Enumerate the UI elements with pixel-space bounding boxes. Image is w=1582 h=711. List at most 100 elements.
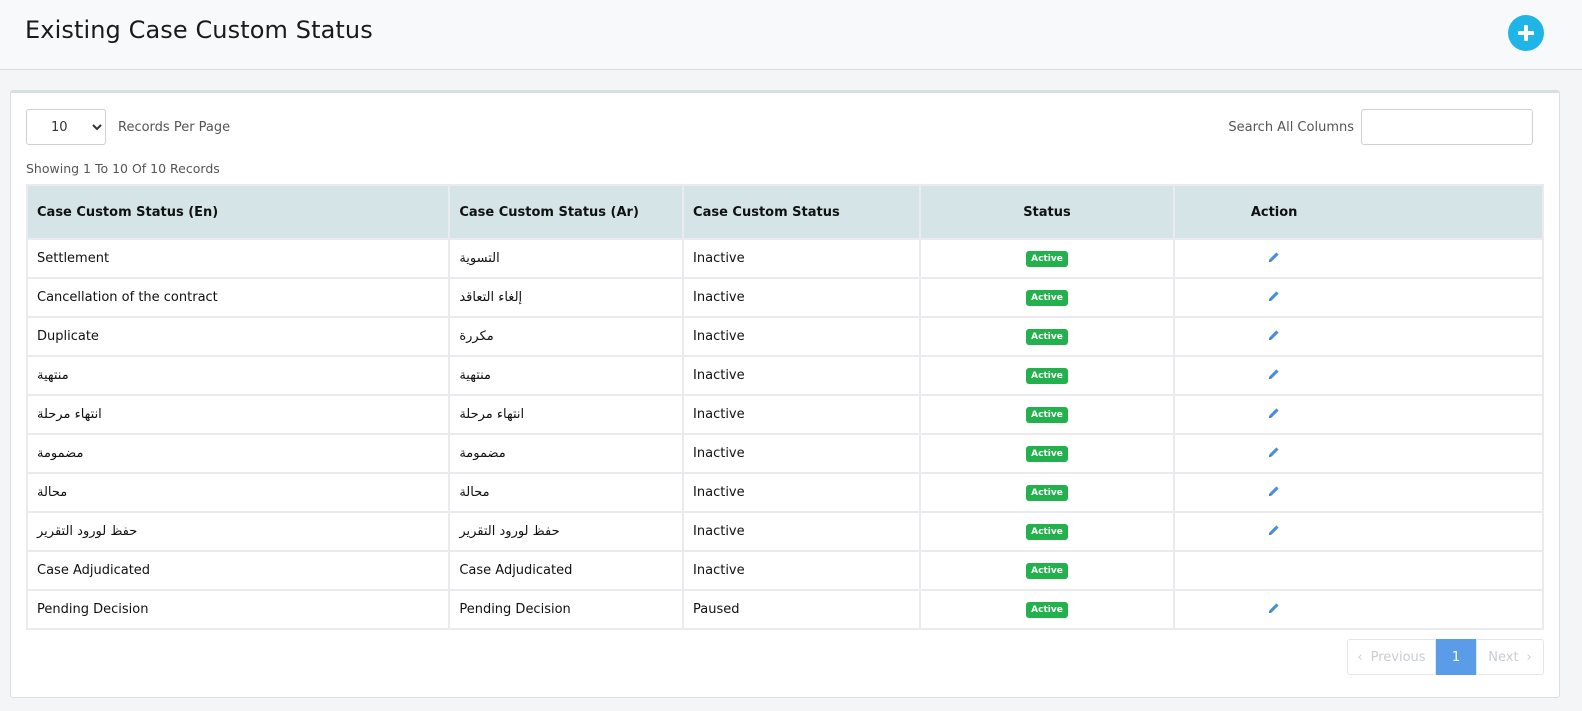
cell-status: Active — [918, 433, 1176, 474]
column-header-action: Action — [1173, 184, 1544, 240]
status-badge: Active — [1026, 602, 1068, 618]
status-list-card: 10 Records Per Page Search All Columns S… — [10, 90, 1560, 698]
cell-custom-status: Inactive — [682, 433, 921, 474]
cell-status-en: انتهاء مرحلة — [25, 394, 451, 435]
table-row: منتهية منتهية Inactive Active — [25, 355, 1544, 396]
cell-status: Active — [918, 550, 1176, 591]
page-header: Existing Case Custom Status — [0, 0, 1582, 70]
pencil-icon[interactable] — [1268, 407, 1280, 423]
cell-status: Active — [918, 472, 1176, 513]
table-row: انتهاء مرحلة انتهاء مرحلة Inactive Active — [25, 394, 1544, 435]
cell-custom-status: Paused — [682, 589, 921, 630]
cell-custom-status: Inactive — [682, 355, 921, 396]
cell-status-en: Case Adjudicated — [25, 550, 451, 591]
column-header-ar[interactable]: Case Custom Status (Ar) — [448, 184, 685, 240]
cell-status-en: مضمومة — [25, 433, 451, 474]
column-header-custom-status[interactable]: Case Custom Status — [682, 184, 921, 240]
cell-status-en: Duplicate — [25, 316, 451, 357]
cell-action — [1173, 238, 1544, 279]
cell-status-en: منتهية — [25, 355, 451, 396]
cell-status-ar: إلغاء التعاقد — [448, 277, 685, 318]
pencil-icon[interactable] — [1268, 329, 1280, 345]
cell-status-ar: Case Adjudicated — [448, 550, 685, 591]
status-badge: Active — [1026, 407, 1068, 423]
cell-status: Active — [918, 277, 1176, 318]
cell-custom-status: Inactive — [682, 472, 921, 513]
cell-status-en: Pending Decision — [25, 589, 451, 630]
status-badge: Active — [1026, 524, 1068, 540]
cell-status-ar: Pending Decision — [448, 589, 685, 630]
pencil-icon[interactable] — [1268, 290, 1280, 306]
cell-custom-status: Inactive — [682, 316, 921, 357]
cell-status-ar: مكررة — [448, 316, 685, 357]
add-status-button[interactable] — [1508, 15, 1544, 51]
pagination: ‹ Previous 1 Next › — [1347, 639, 1544, 675]
records-summary: Showing 1 To 10 Of 10 Records — [26, 161, 220, 176]
table-row: مضمومة مضمومة Inactive Active — [25, 433, 1544, 474]
status-badge: Active — [1026, 485, 1068, 501]
cell-status-en: Settlement — [25, 238, 451, 279]
pagination-next[interactable]: Next › — [1476, 639, 1544, 675]
table-header-row: Case Custom Status (En) Case Custom Stat… — [25, 184, 1544, 240]
cell-action — [1173, 589, 1544, 630]
pagination-previous[interactable]: ‹ Previous — [1347, 639, 1436, 675]
cell-action — [1173, 394, 1544, 435]
status-badge: Active — [1026, 251, 1068, 267]
cell-status-ar: حفظ لورود التقرير — [448, 511, 685, 552]
cell-status: Active — [918, 316, 1176, 357]
table-row: محالة محالة Inactive Active — [25, 472, 1544, 513]
records-per-page-label: Records Per Page — [118, 120, 231, 135]
cell-custom-status: Inactive — [682, 511, 921, 552]
status-badge: Active — [1026, 446, 1068, 462]
cell-action — [1173, 316, 1544, 357]
status-badge: Active — [1026, 563, 1068, 579]
cell-status-ar: محالة — [448, 472, 685, 513]
pencil-icon[interactable] — [1268, 251, 1280, 267]
table-row: Pending Decision Pending Decision Paused Ac… — [25, 589, 1544, 630]
cell-custom-status: Inactive — [682, 238, 921, 279]
cell-action — [1173, 511, 1544, 552]
pencil-icon[interactable] — [1268, 524, 1280, 540]
cell-status-ar: التسوية — [448, 238, 685, 279]
cell-status-en: Cancellation of the contract — [25, 277, 451, 318]
cell-status: Active — [918, 238, 1176, 279]
cell-status-ar: مضمومة — [448, 433, 685, 474]
column-header-status[interactable]: Status — [918, 184, 1176, 240]
search-input[interactable] — [1361, 109, 1533, 145]
cell-status-ar: انتهاء مرحلة — [448, 394, 685, 435]
cell-status-en: محالة — [25, 472, 451, 513]
status-badge: Active — [1026, 329, 1068, 345]
table-row: Duplicate مكررة Inactive Active — [25, 316, 1544, 357]
cell-custom-status: Inactive — [682, 550, 921, 591]
cell-action — [1173, 550, 1544, 591]
pencil-icon[interactable] — [1268, 485, 1280, 501]
pencil-icon[interactable] — [1268, 368, 1280, 384]
cell-status: Active — [918, 394, 1176, 435]
status-badge: Active — [1026, 368, 1068, 384]
pencil-icon[interactable] — [1268, 602, 1280, 618]
chevron-right-icon: › — [1526, 649, 1532, 665]
chevron-left-icon: ‹ — [1357, 649, 1363, 665]
search-label: Search All Columns — [1228, 120, 1354, 135]
status-badge: Active — [1026, 290, 1068, 306]
cell-action — [1173, 472, 1544, 513]
table-row: Case Adjudicated Case Adjudicated Inactive… — [25, 550, 1544, 591]
status-table: Case Custom Status (En) Case Custom Stat… — [25, 184, 1544, 630]
cell-status: Active — [918, 511, 1176, 552]
cell-status-ar: منتهية — [448, 355, 685, 396]
pagination-page-1[interactable]: 1 — [1436, 639, 1476, 675]
column-header-en[interactable]: Case Custom Status (En) — [25, 184, 451, 240]
pencil-icon[interactable] — [1268, 446, 1280, 462]
table-row: Settlement التسوية Inactive Active — [25, 238, 1544, 279]
table-row: حفظ لورود التقرير حفظ لورود التقرير Inacti… — [25, 511, 1544, 552]
plus-circle-icon — [1518, 25, 1534, 41]
cell-custom-status: Inactive — [682, 277, 921, 318]
cell-action — [1173, 433, 1544, 474]
table-row: Cancellation of the contract إلغاء التعاق… — [25, 277, 1544, 318]
records-per-page-select[interactable]: 10 — [26, 109, 106, 145]
cell-status-en: حفظ لورود التقرير — [25, 511, 451, 552]
cell-custom-status: Inactive — [682, 394, 921, 435]
cell-action — [1173, 355, 1544, 396]
cell-action — [1173, 277, 1544, 318]
cell-status: Active — [918, 355, 1176, 396]
